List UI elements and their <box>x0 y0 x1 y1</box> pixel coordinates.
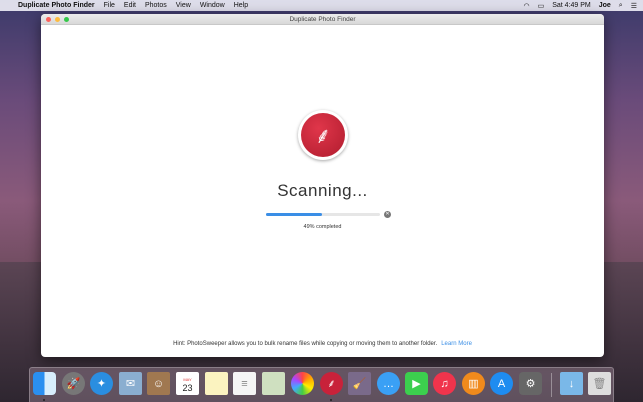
user-name[interactable]: Joe <box>599 2 611 9</box>
progress-bar <box>266 213 380 216</box>
contacts-icon[interactable]: ☺ <box>147 372 170 395</box>
reminders-icon[interactable]: ≡ <box>233 372 256 395</box>
battery-icon[interactable]: ▭ <box>538 2 545 10</box>
calendar-icon[interactable]: MAY 23 <box>176 372 199 395</box>
title-bar: Duplicate Photo Finder <box>41 14 604 25</box>
menu-edit[interactable]: Edit <box>124 2 136 9</box>
preview-icon[interactable] <box>262 372 285 395</box>
photosweeper-icon[interactable]: 🧹 <box>348 372 371 395</box>
facetime-icon[interactable]: ▶ <box>405 372 428 395</box>
launchpad-icon[interactable]: 🚀 <box>62 372 85 395</box>
minimize-button[interactable] <box>55 17 60 22</box>
app-window: Duplicate Photo Finder ⸙ Scanning... ✕ 4… <box>41 14 604 357</box>
menu-window[interactable]: Window <box>200 2 225 9</box>
learn-more-link[interactable]: Learn More <box>441 341 472 347</box>
trash-icon[interactable]: 🗑 <box>588 372 611 395</box>
calendar-day: 23 <box>182 382 193 393</box>
system-preferences-icon[interactable]: ⚙ <box>519 372 542 395</box>
dock-separator <box>551 373 552 397</box>
hint-message: Hint: PhotoSweeper allows you to bulk re… <box>173 341 438 347</box>
downloads-folder-icon[interactable]: ↓ <box>560 372 583 395</box>
hint-text: Hint: PhotoSweeper allows you to bulk re… <box>41 341 604 347</box>
menu-app-name[interactable]: Duplicate Photo Finder <box>18 2 95 9</box>
mail-icon[interactable]: ✉ <box>119 372 142 395</box>
spotlight-icon[interactable]: ⌕ <box>619 2 623 10</box>
progress-label: 49% completed <box>303 224 342 230</box>
menu-bar: Duplicate Photo Finder File Edit Photos … <box>0 0 643 11</box>
menu-file[interactable]: File <box>104 2 115 9</box>
finder-icon[interactable] <box>33 372 56 395</box>
clock[interactable]: Sat 4:49 PM <box>552 2 591 9</box>
duplicate-photo-finder-icon[interactable]: ⸙ <box>320 372 343 395</box>
app-logo-broom-icon: ⸙ <box>298 110 348 160</box>
messages-icon[interactable]: … <box>377 372 400 395</box>
running-indicator <box>330 399 332 401</box>
menu-view[interactable]: View <box>176 2 191 9</box>
cancel-scan-icon[interactable]: ✕ <box>384 211 391 218</box>
notification-center-icon[interactable]: ☰ <box>631 2 637 10</box>
safari-icon[interactable]: ✦ <box>90 372 113 395</box>
dock: 🚀 ✦ ✉ ☺ MAY 23 ≡ ⸙ 🧹 … ▶ ♫ ▥ A ⚙ ↓ 🗑 <box>29 367 614 402</box>
running-indicator <box>43 399 45 401</box>
photos-icon[interactable] <box>291 372 314 395</box>
zoom-button[interactable] <box>64 17 69 22</box>
window-title: Duplicate Photo Finder <box>289 16 356 23</box>
close-button[interactable] <box>46 17 51 22</box>
ibooks-icon[interactable]: ▥ <box>462 372 485 395</box>
app-store-icon[interactable]: A <box>490 372 513 395</box>
progress-fill <box>266 213 322 216</box>
wifi-icon[interactable]: ◠ <box>523 2 529 10</box>
notes-icon[interactable] <box>205 372 228 395</box>
menu-help[interactable]: Help <box>234 2 248 9</box>
scanning-status: Scanning... <box>277 181 368 200</box>
menu-photos[interactable]: Photos <box>145 2 167 9</box>
itunes-icon[interactable]: ♫ <box>433 372 456 395</box>
